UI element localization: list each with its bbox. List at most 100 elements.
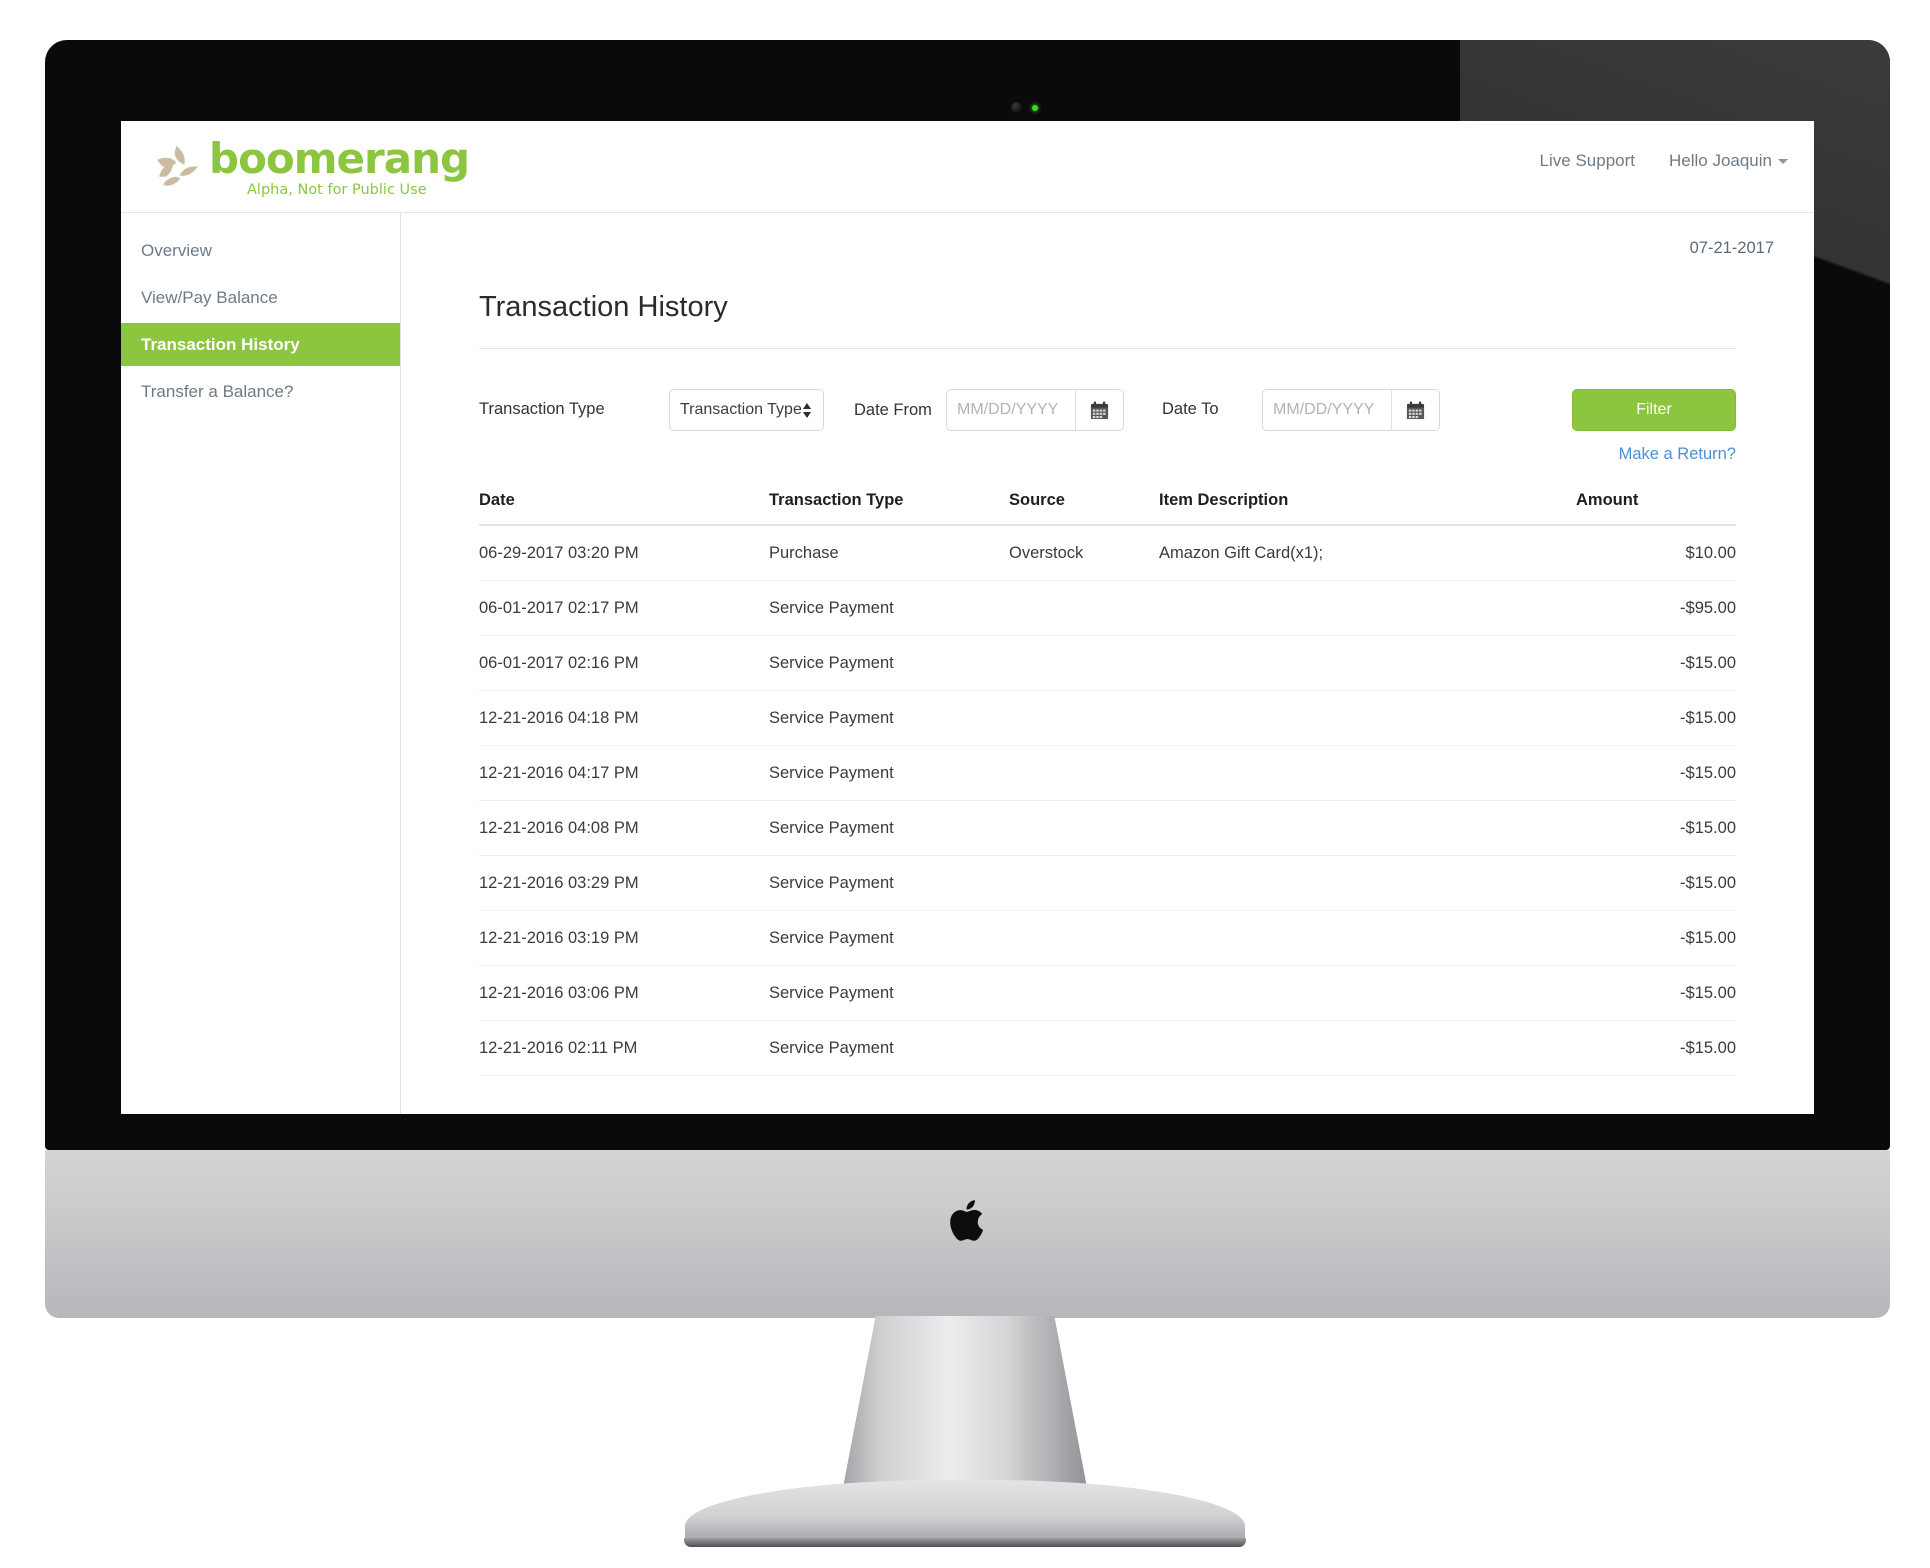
brand-logo[interactable]: boomerang Alpha, Not for Public Use xyxy=(151,134,470,198)
calendar-icon xyxy=(1090,400,1109,419)
sidebar-item-label: Transfer a Balance? xyxy=(141,381,294,401)
transaction-type-select[interactable]: Transaction Type xyxy=(669,389,824,431)
date-to-input[interactable] xyxy=(1263,390,1391,430)
sidebar-item-overview[interactable]: Overview xyxy=(121,229,400,272)
cell-date: 12-21-2016 03:29 PM xyxy=(479,855,769,911)
table-row: 12-21-2016 04:08 PM Service Payment -$15.0… xyxy=(479,800,1736,856)
date-from-group xyxy=(946,389,1124,431)
column-header-source: Source xyxy=(1009,491,1159,526)
cell-description xyxy=(1159,910,1576,966)
cell-description xyxy=(1159,580,1576,636)
filter-bar: Transaction Type Transaction Type Date F… xyxy=(479,389,1776,463)
cell-type: Service Payment xyxy=(769,635,1009,691)
table-row: 12-21-2016 04:17 PM Service Payment -$15.0… xyxy=(479,745,1736,801)
cell-description xyxy=(1159,800,1576,856)
table-row: 12-21-2016 03:19 PM Service Payment -$15.0… xyxy=(479,910,1736,966)
cell-source xyxy=(1009,910,1159,966)
cell-source xyxy=(1009,580,1159,636)
table-row: 06-01-2017 02:17 PM Service Payment -$95.0… xyxy=(479,580,1736,636)
date-from-label: Date From xyxy=(854,401,932,419)
cell-amount: -$15.00 xyxy=(1576,910,1736,966)
page-body: Overview View/Pay Balance Transaction Hi… xyxy=(121,213,1814,1114)
cell-amount: $10.00 xyxy=(1576,525,1736,581)
sidebar-item-label: Overview xyxy=(141,240,212,260)
transaction-table: Date Transaction Type Source Item Descri… xyxy=(479,491,1736,1076)
cell-source xyxy=(1009,855,1159,911)
cell-description xyxy=(1159,1020,1576,1076)
cell-type: Service Payment xyxy=(769,690,1009,746)
cell-amount: -$15.00 xyxy=(1576,745,1736,801)
cell-source xyxy=(1009,635,1159,691)
title-divider xyxy=(479,348,1736,349)
cell-date: 12-21-2016 02:11 PM xyxy=(479,1020,769,1076)
cell-description xyxy=(1159,690,1576,746)
main-content: 07-21-2017 Transaction History Transacti… xyxy=(401,213,1814,1114)
cell-amount: -$95.00 xyxy=(1576,580,1736,636)
date-to-group xyxy=(1262,389,1440,431)
cell-amount: -$15.00 xyxy=(1576,965,1736,1021)
cell-type: Purchase xyxy=(769,525,1009,581)
table-row: 12-21-2016 02:11 PM Service Payment -$15.0… xyxy=(479,1020,1736,1076)
live-support-link[interactable]: Live Support xyxy=(1540,151,1635,171)
brand-tagline: Alpha, Not for Public Use xyxy=(247,182,427,198)
cell-amount: -$15.00 xyxy=(1576,690,1736,746)
imac-chin xyxy=(45,1150,1890,1318)
imac-stand-foot xyxy=(685,1480,1245,1546)
sidebar-item-view-pay-balance[interactable]: View/Pay Balance xyxy=(121,276,400,319)
webcam-icon xyxy=(1011,102,1022,113)
column-header-type: Transaction Type xyxy=(769,491,1009,526)
table-row: 06-29-2017 03:20 PM Purchase Overstock Amaz… xyxy=(479,525,1736,581)
column-header-description: Item Description xyxy=(1159,491,1576,526)
chevron-down-icon xyxy=(1778,159,1788,165)
date-from-calendar-button[interactable] xyxy=(1075,390,1123,430)
sidebar: Overview View/Pay Balance Transaction Hi… xyxy=(121,213,401,1114)
cell-date: 12-21-2016 04:17 PM xyxy=(479,745,769,801)
boomerang-pinwheel-icon xyxy=(157,145,198,186)
cell-type: Service Payment xyxy=(769,745,1009,801)
sidebar-item-label: View/Pay Balance xyxy=(141,287,278,307)
select-arrows-icon xyxy=(803,402,811,418)
cell-amount: -$15.00 xyxy=(1576,800,1736,856)
cell-description xyxy=(1159,965,1576,1021)
make-a-return-link[interactable]: Make a Return? xyxy=(1619,445,1736,464)
imac-stand-neck xyxy=(841,1316,1089,1498)
transaction-type-label: Transaction Type xyxy=(479,400,605,418)
camera-status-led-icon xyxy=(1032,105,1038,111)
table-header-row: Date Transaction Type Source Item Descri… xyxy=(479,491,1736,526)
cell-type: Service Payment xyxy=(769,580,1009,636)
date-to-calendar-button[interactable] xyxy=(1391,390,1439,430)
cell-description: Amazon Gift Card(x1); xyxy=(1159,525,1576,581)
column-header-date: Date xyxy=(479,491,769,526)
table-row: 12-21-2016 03:06 PM Service Payment -$15.0… xyxy=(479,965,1736,1021)
table-row: 06-01-2017 02:16 PM Service Payment -$15.0… xyxy=(479,635,1736,691)
date-from-input[interactable] xyxy=(947,390,1075,430)
transaction-type-selected-value: Transaction Type xyxy=(680,401,802,418)
cell-source xyxy=(1009,690,1159,746)
cell-type: Service Payment xyxy=(769,910,1009,966)
cell-description xyxy=(1159,635,1576,691)
cell-type: Service Payment xyxy=(769,855,1009,911)
cell-date: 12-21-2016 04:18 PM xyxy=(479,690,769,746)
browser-viewport: boomerang Alpha, Not for Public Use Live… xyxy=(121,121,1814,1114)
cell-source: Overstock xyxy=(1009,525,1159,581)
filter-button[interactable]: Filter xyxy=(1572,389,1736,431)
table-row: 12-21-2016 03:29 PM Service Payment -$15.0… xyxy=(479,855,1736,911)
imac-stand-foot-edge xyxy=(684,1538,1246,1547)
date-to-label: Date To xyxy=(1162,400,1219,418)
table-body: 06-29-2017 03:20 PM Purchase Overstock Amaz… xyxy=(479,525,1736,1076)
cell-date: 06-29-2017 03:20 PM xyxy=(479,525,769,581)
brand-wordmark: boomerang xyxy=(209,134,470,183)
user-menu[interactable]: Hello Joaquin xyxy=(1669,151,1788,171)
cell-amount: -$15.00 xyxy=(1576,1020,1736,1076)
cell-type: Service Payment xyxy=(769,965,1009,1021)
sidebar-item-transaction-history[interactable]: Transaction History xyxy=(121,323,400,366)
cell-source xyxy=(1009,1020,1159,1076)
cell-source xyxy=(1009,745,1159,801)
cell-date: 06-01-2017 02:16 PM xyxy=(479,635,769,691)
sidebar-item-transfer-a-balance[interactable]: Transfer a Balance? xyxy=(121,370,400,413)
cell-date: 06-01-2017 02:17 PM xyxy=(479,580,769,636)
column-header-amount: Amount xyxy=(1576,491,1736,526)
page-title: Transaction History xyxy=(479,291,728,323)
cell-date: 12-21-2016 04:08 PM xyxy=(479,800,769,856)
user-menu-label: Hello Joaquin xyxy=(1668,151,1772,170)
